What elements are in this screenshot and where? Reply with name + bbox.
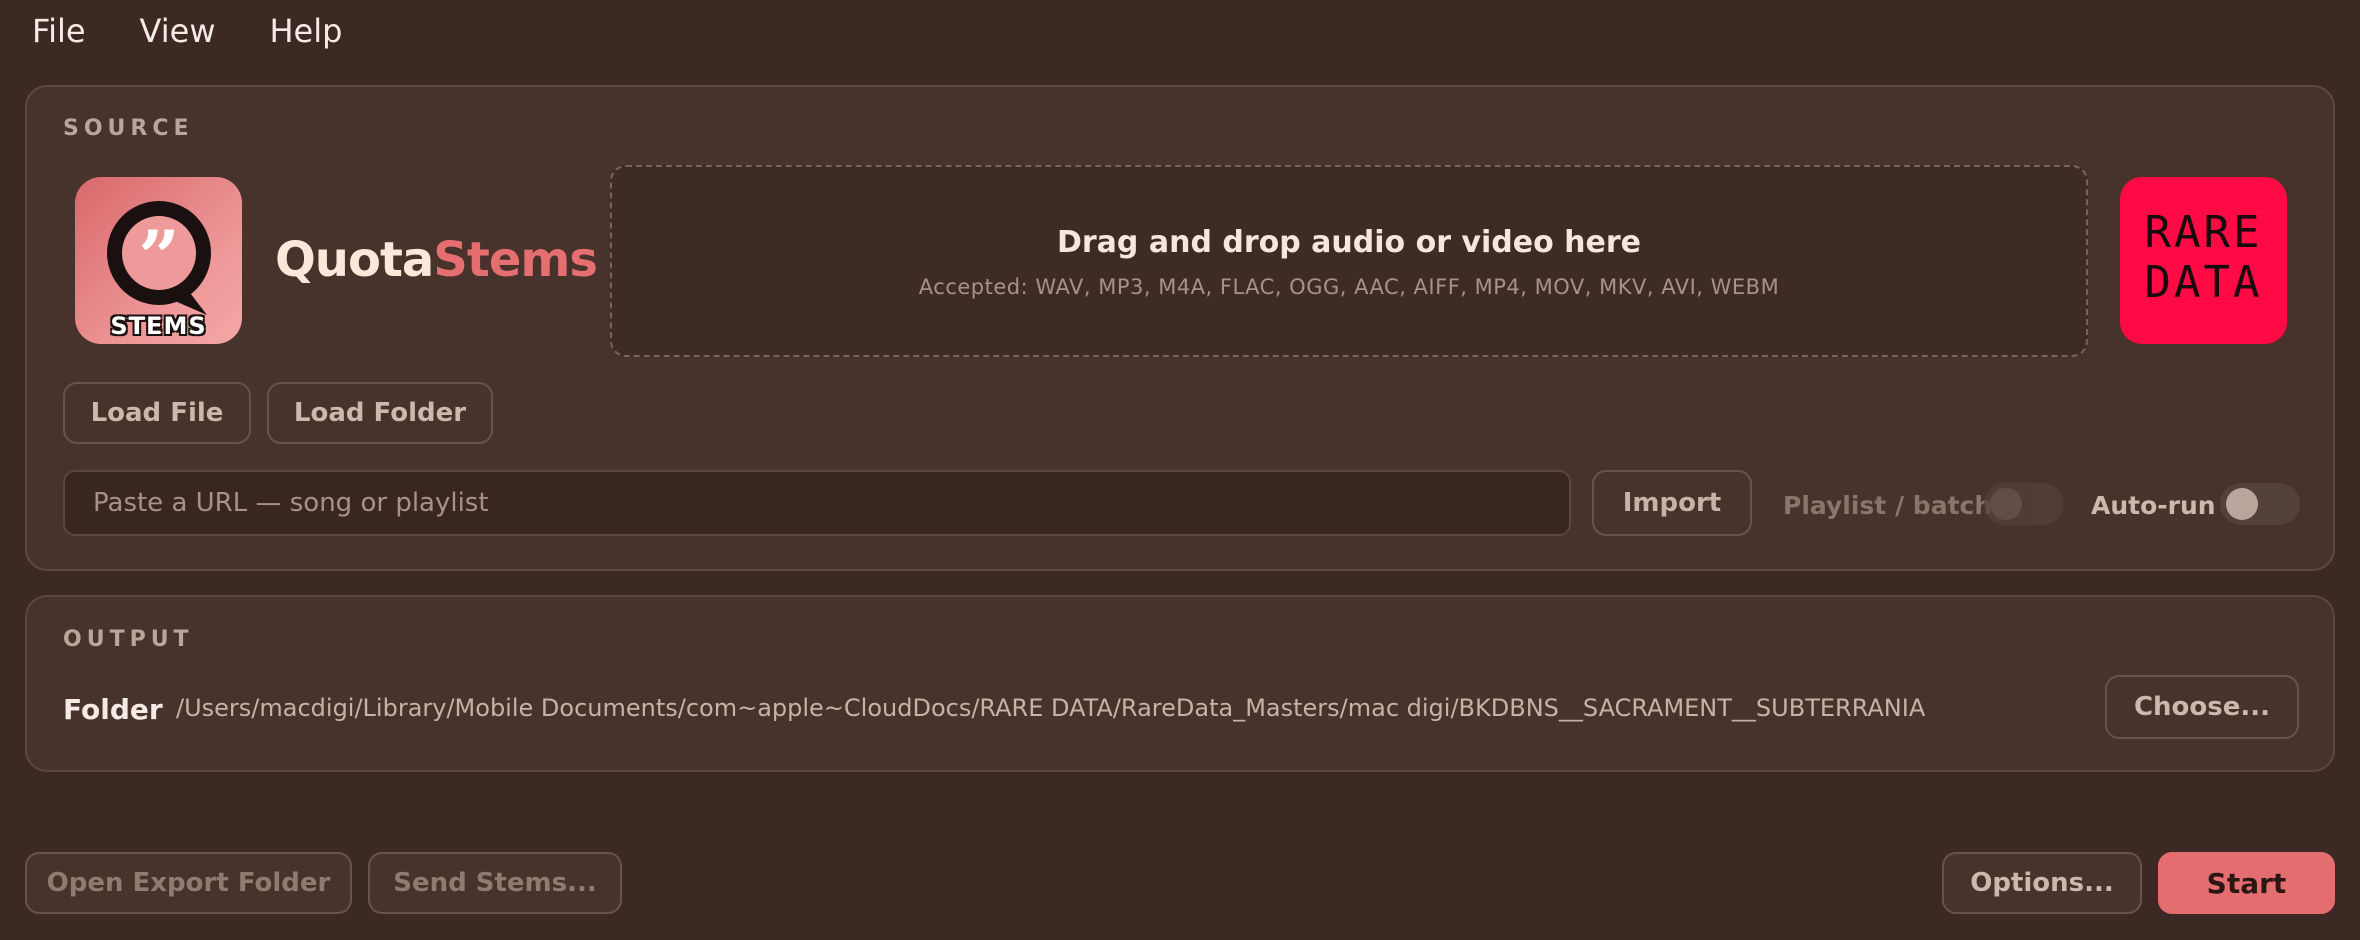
app-name-part1: Quota [275,232,434,288]
load-file-button[interactable]: Load File [63,382,251,444]
toggle-knob [2226,488,2258,520]
menu-help[interactable]: Help [269,12,342,50]
rare-data-logo: RARE DATA [2120,177,2287,344]
logo-line-1: RARE [2144,207,2263,258]
playlist-batch-toggle[interactable] [1984,483,2064,525]
import-button[interactable]: Import [1592,470,1752,536]
url-input[interactable] [63,470,1571,536]
drop-zone[interactable]: Drag and drop audio or video here Accept… [610,165,2088,357]
output-folder-path: /Users/macdigi/Library/Mobile Documents/… [176,694,1926,722]
drop-zone-accepted-formats: Accepted: WAV, MP3, M4A, FLAC, OGG, AAC,… [918,275,1780,299]
auto-run-label: Auto-run [2091,491,2216,520]
app-name: QuotaStems [275,232,598,288]
output-section-label: OUTPUT [63,627,194,652]
load-folder-button[interactable]: Load Folder [267,382,493,444]
drop-zone-title: Drag and drop audio or video here [1056,225,1641,260]
playlist-batch-label: Playlist / batch [1783,491,1993,520]
start-button[interactable]: Start [2158,852,2335,914]
app-name-part2: Stems [433,232,598,288]
folder-label: Folder [63,693,163,726]
source-section-label: SOURCE [63,116,194,141]
app-icon-caption: STEMS [110,312,207,340]
auto-run-toggle[interactable] [2220,483,2300,525]
send-stems-button[interactable]: Send Stems... [368,852,622,914]
open-export-folder-button[interactable]: Open Export Folder [25,852,352,914]
app-logo-icon: ” STEMS [75,177,242,344]
toggle-knob [1990,488,2022,520]
source-panel: SOURCE ” STEMS QuotaStems Drag and drop … [25,85,2335,571]
logo-line-2: DATA [2144,257,2263,308]
menu-view[interactable]: View [140,12,216,50]
output-panel: OUTPUT Folder /Users/macdigi/Library/Mob… [25,595,2335,772]
svg-text:”: ” [138,214,179,299]
choose-folder-button[interactable]: Choose... [2105,675,2299,739]
menu-file[interactable]: File [32,12,86,50]
menu-bar: File View Help [0,0,2360,62]
options-button[interactable]: Options... [1942,852,2142,914]
